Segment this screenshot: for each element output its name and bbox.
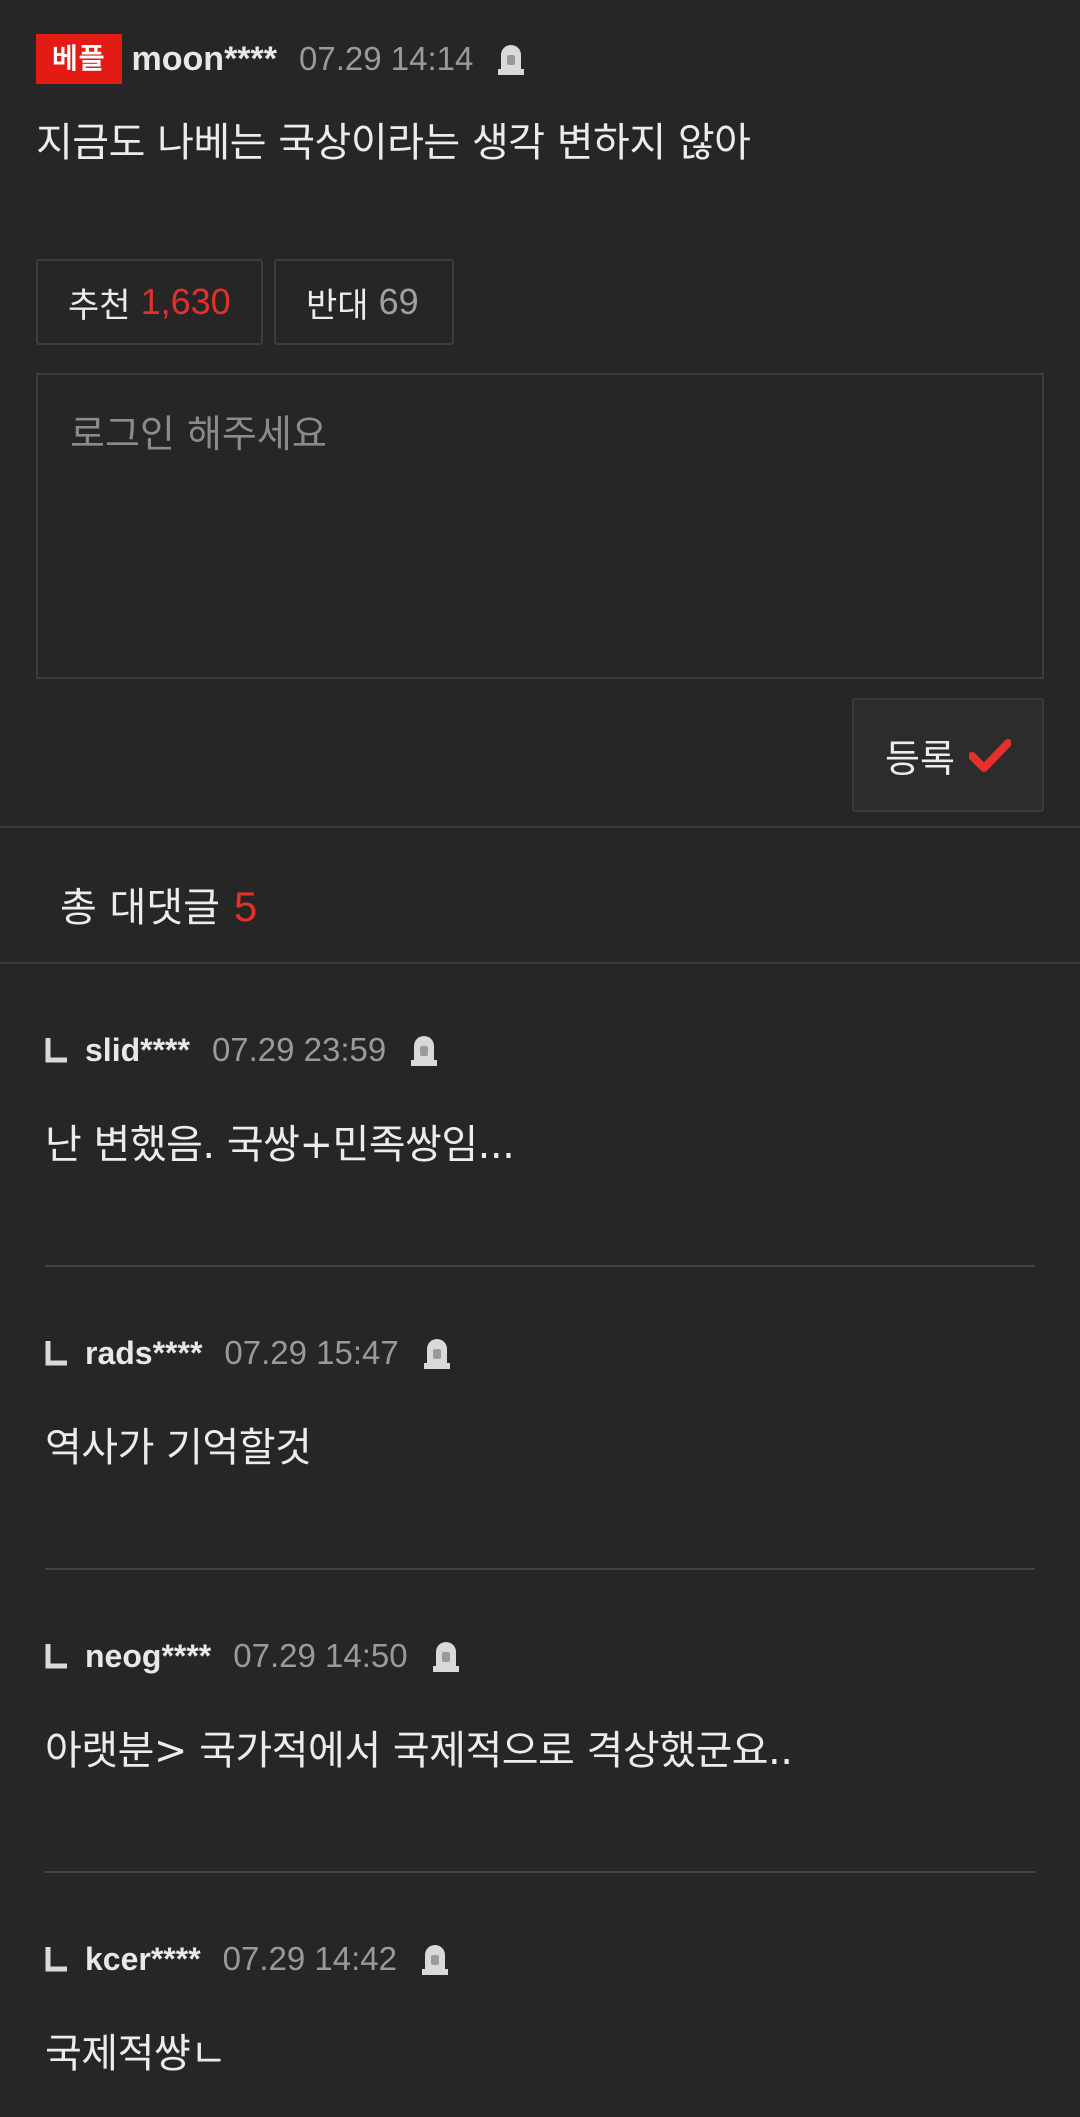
reply-arrow-icon [45, 1339, 69, 1367]
siren-icon[interactable] [419, 1941, 451, 1977]
vote-row: 추천 1,630 반대 69 [36, 259, 454, 345]
best-badge: 베플 [36, 34, 122, 84]
reply-meta: rads**** 07.29 15:47 [45, 1329, 1035, 1377]
submit-label: 등록 [885, 736, 955, 781]
reply-text: 난 변했음. 국쌍+민족쌍임... [45, 1122, 515, 1168]
reply-input[interactable]: 로그인 해주세요 [36, 373, 1044, 679]
reply-timestamp: 07.29 14:42 [222, 1940, 397, 1977]
list-item: kcer**** 07.29 14:42 국제적썅ㄴ [45, 1935, 1035, 2079]
comment-page: 베플 moon**** 07.29 14:14 지금도 나베는 국상이라는 생각… [0, 0, 1080, 2117]
reply-meta: neog**** 07.29 14:50 [45, 1632, 1035, 1680]
siren-icon[interactable] [495, 41, 527, 77]
comment-meta: 베플 moon**** 07.29 14:14 [36, 34, 1044, 84]
list-item: rads**** 07.29 15:47 역사가 기억할것 [45, 1329, 1035, 1473]
reply-text: 국제적썅ㄴ [45, 2031, 227, 2077]
reply-count-number: 5 [233, 883, 258, 930]
reply-count-header: 총 대댓글 5 [60, 875, 257, 933]
comment-timestamp: 07.29 14:14 [299, 40, 474, 77]
reply-arrow-icon [45, 1036, 69, 1064]
divider [0, 826, 1080, 828]
list-item: neog**** 07.29 14:50 아랫분> 국가적에서 국제적으로 격상… [45, 1632, 1035, 1776]
downvote-count: 69 [378, 281, 419, 322]
siren-icon[interactable] [408, 1032, 440, 1068]
upvote-label: 추천 [68, 285, 131, 326]
submit-button[interactable]: 등록 [852, 698, 1044, 812]
best-comment: 베플 moon**** 07.29 14:14 지금도 나베는 국상이라는 생각… [36, 34, 1044, 168]
reply-meta: kcer**** 07.29 14:42 [45, 1935, 1035, 1983]
reply-username: neog**** [85, 1637, 212, 1674]
divider [45, 1265, 1035, 1267]
divider [0, 962, 1080, 964]
reply-meta: slid**** 07.29 23:59 [45, 1026, 1035, 1074]
check-icon [967, 738, 1012, 772]
divider [45, 1568, 1035, 1570]
comment-text: 지금도 나베는 국상이라는 생각 변하지 않아 [36, 120, 751, 166]
reply-arrow-icon [45, 1945, 69, 1973]
list-item: slid**** 07.29 23:59 난 변했음. 국쌍+민족쌍임... [45, 1026, 1035, 1170]
reply-username: rads**** [85, 1334, 203, 1371]
reply-username: kcer**** [85, 1940, 201, 1977]
comment-username: moon**** [131, 39, 277, 78]
upvote-count: 1,630 [140, 281, 231, 322]
siren-icon[interactable] [430, 1638, 462, 1674]
reply-username: slid**** [85, 1031, 190, 1068]
reply-text: 역사가 기억할것 [45, 1425, 312, 1471]
downvote-label: 반대 [306, 285, 369, 326]
downvote-button[interactable]: 반대 69 [274, 259, 454, 345]
reply-input-placeholder: 로그인 해주세요 [70, 412, 327, 456]
reply-timestamp: 07.29 23:59 [211, 1031, 387, 1068]
reply-timestamp: 07.29 14:50 [233, 1637, 408, 1674]
reply-text: 아랫분> 국가적에서 국제적으로 격상했군요.. [45, 1728, 793, 1774]
divider [45, 1871, 1035, 1873]
upvote-button[interactable]: 추천 1,630 [36, 259, 263, 345]
reply-count-label: 총 대댓글 [60, 885, 220, 931]
siren-icon[interactable] [421, 1335, 453, 1371]
reply-arrow-icon [45, 1642, 69, 1670]
reply-timestamp: 07.29 15:47 [224, 1334, 399, 1371]
